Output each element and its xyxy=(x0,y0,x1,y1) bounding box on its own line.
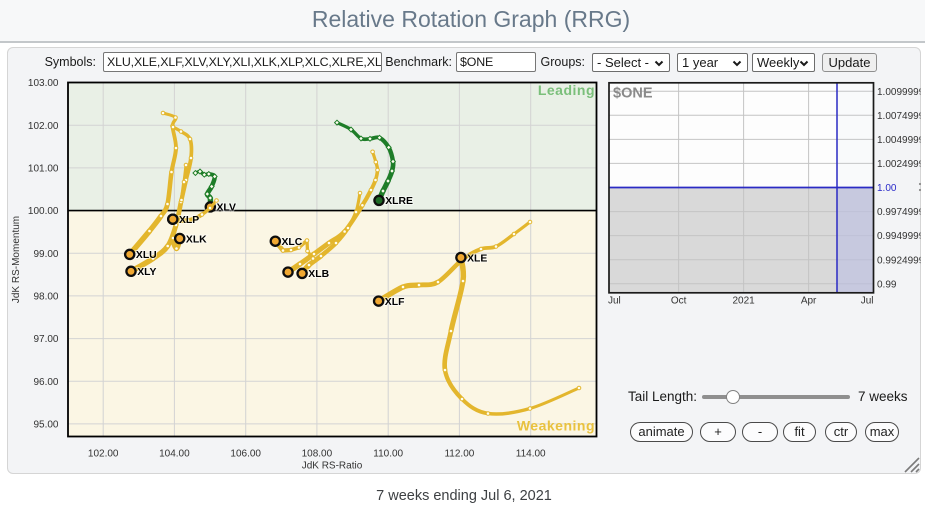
svg-text:0.9924999: 0.9924999 xyxy=(877,255,925,266)
svg-text:XLC: XLC xyxy=(282,237,303,248)
svg-text:110.00: 110.00 xyxy=(373,449,403,460)
svg-text:XLP: XLP xyxy=(179,215,199,226)
svg-text:0.9949999: 0.9949999 xyxy=(877,231,925,242)
svg-text:96.00: 96.00 xyxy=(33,377,58,388)
svg-text:104.00: 104.00 xyxy=(159,449,190,460)
svg-text:Jul: Jul xyxy=(861,296,874,307)
svg-text:99.00: 99.00 xyxy=(33,249,58,260)
svg-text:100.00: 100.00 xyxy=(28,206,59,217)
svg-text:$ONE: $ONE xyxy=(613,86,653,102)
svg-text:98.00: 98.00 xyxy=(33,292,58,303)
svg-text:97.00: 97.00 xyxy=(33,334,58,345)
svg-text:103.00: 103.00 xyxy=(28,78,59,89)
svg-text:JdK RS-Ratio: JdK RS-Ratio xyxy=(302,461,363,472)
svg-text:XLB: XLB xyxy=(308,269,329,280)
svg-text:0.99: 0.99 xyxy=(877,279,897,290)
svg-text:1.0049999: 1.0049999 xyxy=(877,135,925,146)
svg-text:1.0099999: 1.0099999 xyxy=(877,87,925,98)
svg-text:JdK RS-Momentum: JdK RS-Momentum xyxy=(11,216,22,303)
svg-text:114.00: 114.00 xyxy=(516,449,546,460)
svg-text:XLK: XLK xyxy=(186,234,207,245)
svg-text:102.00: 102.00 xyxy=(28,121,59,132)
svg-text:XLE: XLE xyxy=(467,253,487,264)
svg-text:112.00: 112.00 xyxy=(444,449,474,460)
svg-text:Jul: Jul xyxy=(608,296,621,307)
svg-text:XLU: XLU xyxy=(136,250,157,261)
svg-text:XLF: XLF xyxy=(385,297,405,308)
svg-text:Leading: Leading xyxy=(538,82,595,98)
svg-text:2021: 2021 xyxy=(732,296,755,307)
svg-text:XLY: XLY xyxy=(137,267,156,278)
svg-text:XLRE: XLRE xyxy=(385,196,413,207)
svg-text:1.0024999: 1.0024999 xyxy=(877,159,925,170)
svg-text:1.00: 1.00 xyxy=(877,183,897,194)
svg-text:108.00: 108.00 xyxy=(302,449,333,460)
svg-text:106.00: 106.00 xyxy=(230,449,261,460)
svg-text:XLV: XLV xyxy=(217,203,237,214)
svg-text:Apr: Apr xyxy=(801,296,817,307)
svg-text:101.00: 101.00 xyxy=(28,164,59,175)
svg-text:102.00: 102.00 xyxy=(88,449,119,460)
svg-text:Weakening: Weakening xyxy=(517,418,595,434)
svg-text:0.9974999: 0.9974999 xyxy=(877,207,925,218)
svg-text:1.0074999: 1.0074999 xyxy=(877,111,925,122)
svg-text:Oct: Oct xyxy=(671,296,687,307)
svg-text:95.00: 95.00 xyxy=(33,420,58,431)
